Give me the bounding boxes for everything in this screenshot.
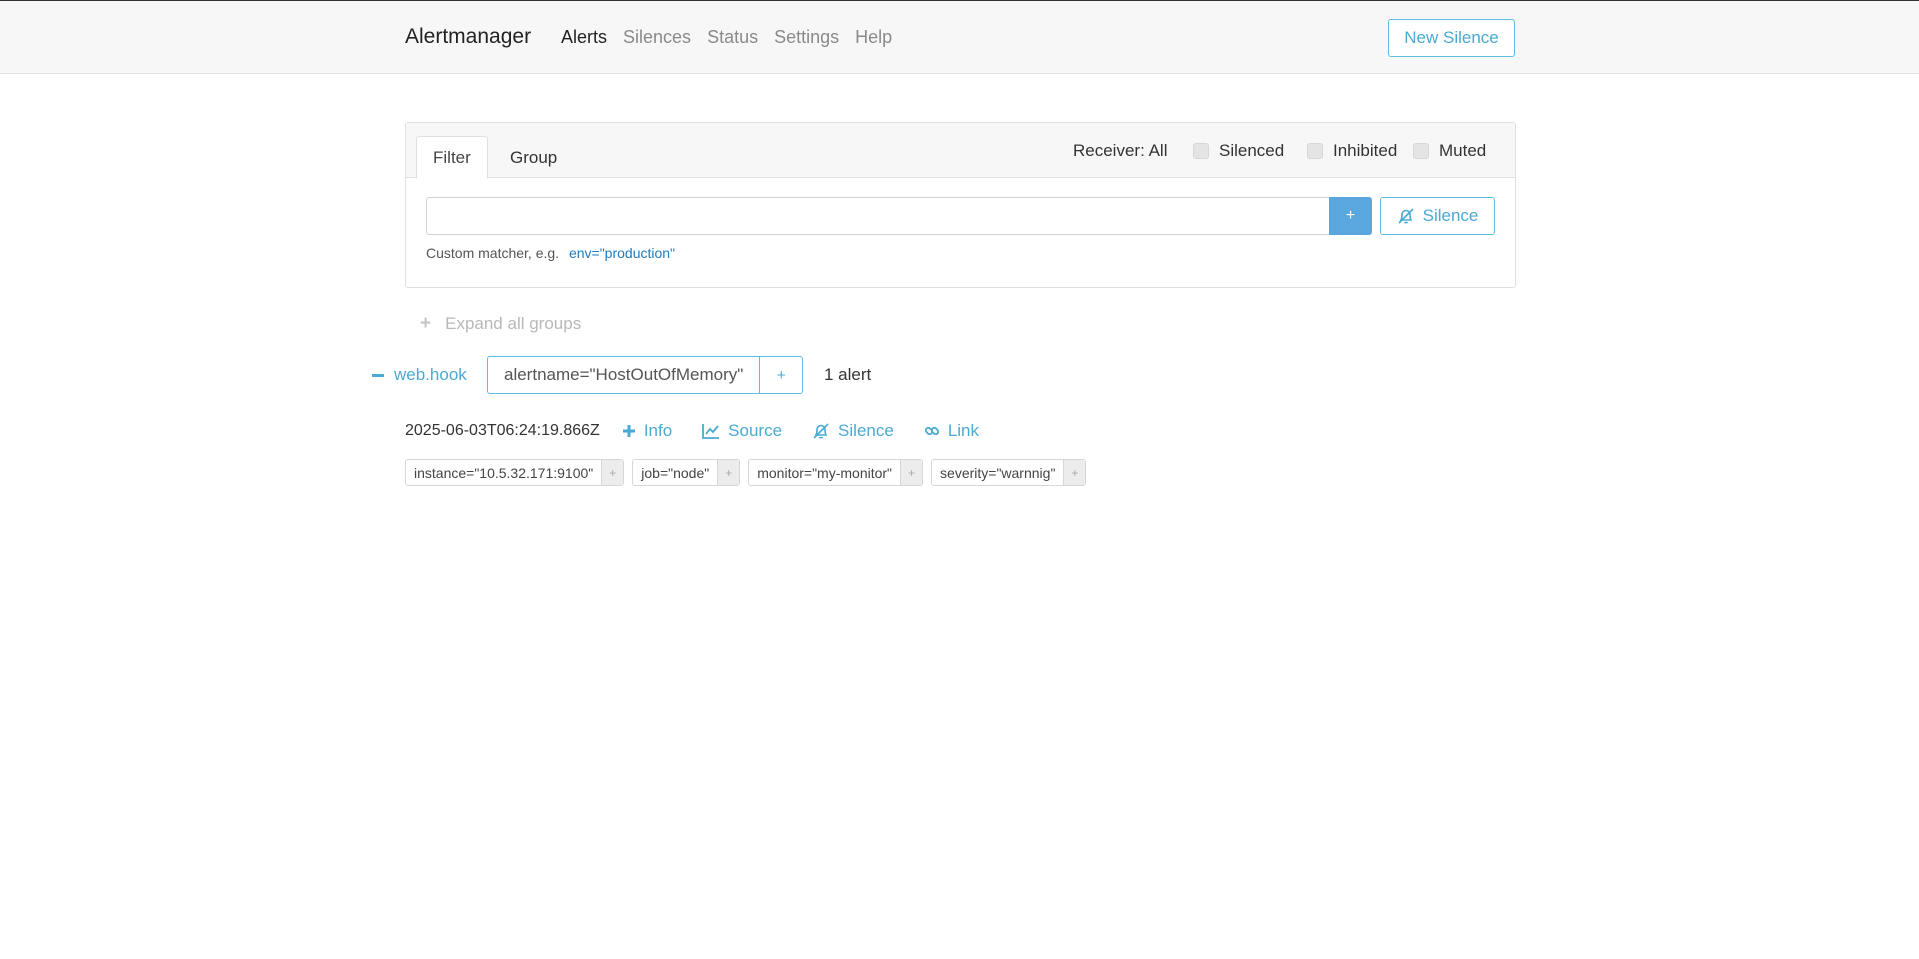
filter-card: Filter Group Receiver: All Silenced Inhi… bbox=[405, 122, 1516, 288]
link-button[interactable]: Link bbox=[924, 421, 979, 441]
muted-checkbox[interactable]: Muted bbox=[1413, 141, 1486, 161]
filter-input[interactable] bbox=[426, 197, 1330, 235]
info-button[interactable]: Info bbox=[622, 421, 672, 441]
silence-alert-label: Silence bbox=[838, 421, 894, 440]
nav-link-settings[interactable]: Settings bbox=[774, 27, 839, 48]
group-matcher-chip: alertname="HostOutOfMemory" + bbox=[487, 356, 804, 394]
add-label-button[interactable]: + bbox=[601, 460, 624, 485]
receiver-select[interactable]: Receiver: All bbox=[1073, 141, 1167, 161]
source-label: Source bbox=[728, 421, 783, 440]
label-chip: instance="10.5.32.171:9100" + bbox=[405, 459, 625, 486]
group-matcher-label[interactable]: alertname="HostOutOfMemory" bbox=[488, 357, 761, 393]
tab-filter[interactable]: Filter bbox=[416, 136, 488, 179]
plus-icon bbox=[622, 425, 635, 437]
plus-icon: + bbox=[420, 313, 432, 334]
label-severity[interactable]: severity="warnnig" bbox=[932, 460, 1063, 485]
alert-labels: instance="10.5.32.171:9100" + job="node"… bbox=[405, 459, 1094, 486]
add-label-button[interactable]: + bbox=[900, 460, 923, 485]
navbar: Alertmanager Alerts Silences Status Sett… bbox=[0, 0, 1919, 74]
filter-card-header: Filter Group Receiver: All Silenced Inhi… bbox=[406, 123, 1515, 179]
silence-filter-label: Silence bbox=[1422, 206, 1479, 225]
nav-link-status[interactable]: Status bbox=[707, 27, 758, 48]
chart-line-icon bbox=[702, 424, 720, 439]
label-monitor[interactable]: monitor="my-monitor" bbox=[749, 460, 900, 485]
label-chip: severity="warnnig" + bbox=[931, 459, 1087, 486]
nav-link-help[interactable]: Help bbox=[855, 27, 892, 48]
alert-timestamp: 2025-06-03T06:24:19.866Z bbox=[405, 422, 600, 439]
silence-filter-button[interactable]: Silence bbox=[1380, 197, 1495, 235]
inhibited-checkbox[interactable]: Inhibited bbox=[1307, 141, 1397, 161]
label-chip: job="node" + bbox=[632, 459, 741, 486]
tab-group[interactable]: Group bbox=[494, 136, 573, 179]
checkbox-box[interactable] bbox=[1413, 143, 1429, 159]
minus-icon bbox=[372, 373, 384, 377]
info-label: Info bbox=[643, 421, 673, 440]
bell-slash-icon bbox=[1398, 208, 1414, 224]
source-button[interactable]: Source bbox=[702, 421, 782, 441]
link-icon bbox=[924, 426, 939, 436]
silenced-checkbox[interactable]: Silenced bbox=[1193, 141, 1284, 161]
add-label-button[interactable]: + bbox=[717, 460, 740, 485]
matcher-hint-text: Custom matcher, e.g. bbox=[426, 245, 560, 261]
label-job[interactable]: job="node" bbox=[633, 460, 717, 485]
expand-all-label: Expand all groups bbox=[445, 314, 582, 333]
nav-links: Alerts Silences Status Settings Help bbox=[561, 27, 908, 48]
collapse-group-button[interactable]: web.hook bbox=[372, 365, 467, 385]
alert-row: 2025-06-03T06:24:19.866Z Info Source Sil… bbox=[405, 421, 1009, 441]
alert-count: 1 alert bbox=[824, 365, 872, 384]
silenced-label: Silenced bbox=[1219, 141, 1285, 160]
label-chip: monitor="my-monitor" + bbox=[748, 459, 924, 486]
brand-title[interactable]: Alertmanager bbox=[405, 25, 531, 49]
add-group-matcher-button[interactable]: + bbox=[760, 357, 802, 393]
checkbox-box[interactable] bbox=[1193, 143, 1209, 159]
add-filter-button[interactable]: + bbox=[1329, 197, 1372, 235]
add-label-button[interactable]: + bbox=[1063, 460, 1086, 485]
checkbox-box[interactable] bbox=[1307, 143, 1323, 159]
nav-link-silences[interactable]: Silences bbox=[623, 27, 691, 48]
new-silence-button[interactable]: New Silence bbox=[1388, 19, 1515, 57]
matcher-hint-example[interactable]: env="production" bbox=[569, 245, 675, 261]
group-receiver: web.hook bbox=[394, 365, 467, 384]
bell-slash-icon bbox=[813, 423, 829, 439]
inhibited-label: Inhibited bbox=[1333, 141, 1398, 160]
silence-alert-button[interactable]: Silence bbox=[812, 421, 894, 441]
expand-all-groups-button[interactable]: + Expand all groups bbox=[420, 313, 581, 335]
link-label: Link bbox=[947, 421, 979, 440]
nav-link-alerts[interactable]: Alerts bbox=[561, 27, 607, 48]
label-instance[interactable]: instance="10.5.32.171:9100" bbox=[406, 460, 601, 485]
matcher-hint: Custom matcher, e.g. env="production" bbox=[426, 245, 675, 261]
muted-label: Muted bbox=[1439, 141, 1487, 160]
